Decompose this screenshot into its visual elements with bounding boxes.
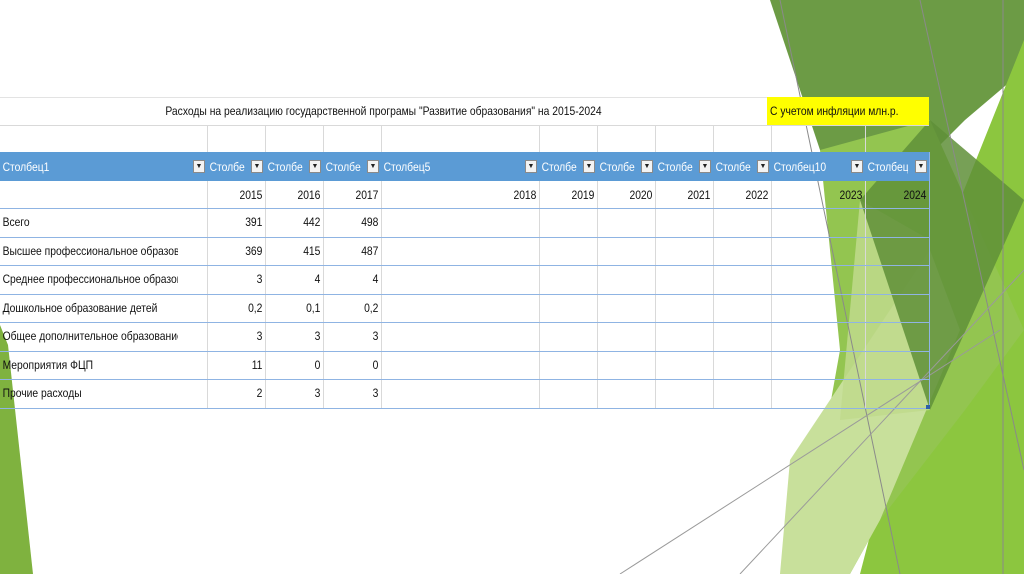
- filter-dropdown-button-7[interactable]: ▼: [641, 160, 653, 173]
- column-header-8: Столбец8: [657, 159, 693, 174]
- data-cell: 3: [314, 329, 321, 344]
- filter-dropdown-button-8[interactable]: ▼: [699, 160, 711, 173]
- column-header-10: Столбец10: [773, 159, 827, 174]
- grid-line-title-bottom: [0, 125, 929, 126]
- grid-vline-blank: [323, 125, 324, 152]
- column-header-3: Столбец3: [267, 159, 303, 174]
- data-cell: 0,2: [364, 300, 379, 315]
- data-cell: 487: [361, 243, 379, 258]
- row-label: Прочие расходы: [2, 386, 82, 401]
- data-cell: 3: [256, 329, 263, 344]
- data-cell: 4: [314, 272, 321, 287]
- column-header-4: Столбец4: [325, 159, 361, 174]
- inflation-note-text: С учетом инфляции млн.р.: [770, 104, 899, 118]
- grid-vline-blank: [207, 125, 208, 152]
- grid-vline-blank: [265, 125, 266, 152]
- year-cell-2019: 2019: [571, 187, 595, 202]
- column-header-11: Столбец11: [867, 159, 908, 174]
- filter-dropdown-button-6[interactable]: ▼: [583, 160, 595, 173]
- grid-vline-blank: [865, 125, 866, 152]
- data-cell: 0: [372, 357, 379, 372]
- column-header-5: Столбец5: [383, 159, 431, 174]
- year-cell-2017: 2017: [355, 187, 379, 202]
- data-cell: 3: [256, 272, 263, 287]
- year-cell-2015: 2015: [239, 187, 263, 202]
- row-label: Среднее профессиональное образование: [2, 272, 178, 287]
- grid-vline-blank: [655, 125, 656, 152]
- data-cell: 3: [372, 329, 379, 344]
- row-label: Дошкольное образование детей: [2, 300, 158, 315]
- data-cell: 0,1: [306, 300, 321, 315]
- filter-dropdown-button-1[interactable]: ▼: [193, 160, 205, 173]
- filter-dropdown-button-11[interactable]: ▼: [915, 160, 927, 173]
- data-cell: 11: [251, 357, 263, 372]
- data-cell: 391: [245, 215, 263, 230]
- grid-vline-blank: [381, 125, 382, 152]
- column-header-1: Столбец1: [2, 159, 50, 174]
- sheet-title: Расходы на реализацию государственной пр…: [165, 104, 602, 118]
- data-cell: 3: [372, 386, 379, 401]
- grid-vline-blank: [539, 125, 540, 152]
- year-cell-2018: 2018: [513, 187, 537, 202]
- year-cell-2020: 2020: [629, 187, 653, 202]
- column-header-6: Столбец6: [541, 159, 577, 174]
- filter-dropdown-button-3[interactable]: ▼: [309, 160, 321, 173]
- grid-vline-blank: [597, 125, 598, 152]
- inflation-note-cell: С учетом инфляции млн.р.: [767, 97, 929, 125]
- data-cell: 369: [245, 243, 263, 258]
- grid-vline-blank: [713, 125, 714, 152]
- row-label: Всего: [2, 215, 30, 230]
- year-cell-2022: 2022: [745, 187, 769, 202]
- grid-vline-right: [929, 152, 930, 408]
- year-cell-2021: 2021: [687, 187, 711, 202]
- filter-dropdown-button-5[interactable]: ▼: [525, 160, 537, 173]
- year-cell-2016: 2016: [297, 187, 321, 202]
- data-cell: 415: [303, 243, 321, 258]
- column-header-2: Столбец2: [209, 159, 245, 174]
- year-cell-2023: 2023: [839, 187, 863, 202]
- data-cell: 498: [361, 215, 379, 230]
- spreadsheet-table: С учетом инфляции млн.р. Расходы на реали…: [0, 97, 930, 412]
- year-cell-2024: 2024: [903, 187, 927, 202]
- row-label: Мероприятия ФЦП: [2, 357, 94, 372]
- column-header-9: Столбец9: [715, 159, 751, 174]
- data-cell: 2: [256, 386, 263, 401]
- data-cell: 0: [314, 357, 321, 372]
- filter-dropdown-button-10[interactable]: ▼: [851, 160, 863, 173]
- filter-dropdown-button-2[interactable]: ▼: [251, 160, 263, 173]
- row-separator: [0, 407, 929, 409]
- data-cell: 3: [314, 386, 321, 401]
- data-cell: 0,2: [248, 300, 263, 315]
- row-label: Высшее профессиональное образование: [2, 243, 178, 258]
- column-header-7: Столбец7: [599, 159, 635, 174]
- data-cell: 442: [303, 215, 321, 230]
- row-label: Общее дополнительное образование детей: [2, 329, 179, 344]
- table-resize-handle[interactable]: [926, 404, 930, 409]
- data-cell: 4: [372, 272, 379, 287]
- grid-vline-blank: [771, 125, 772, 152]
- filter-dropdown-button-4[interactable]: ▼: [367, 160, 379, 173]
- filter-dropdown-button-9[interactable]: ▼: [757, 160, 769, 173]
